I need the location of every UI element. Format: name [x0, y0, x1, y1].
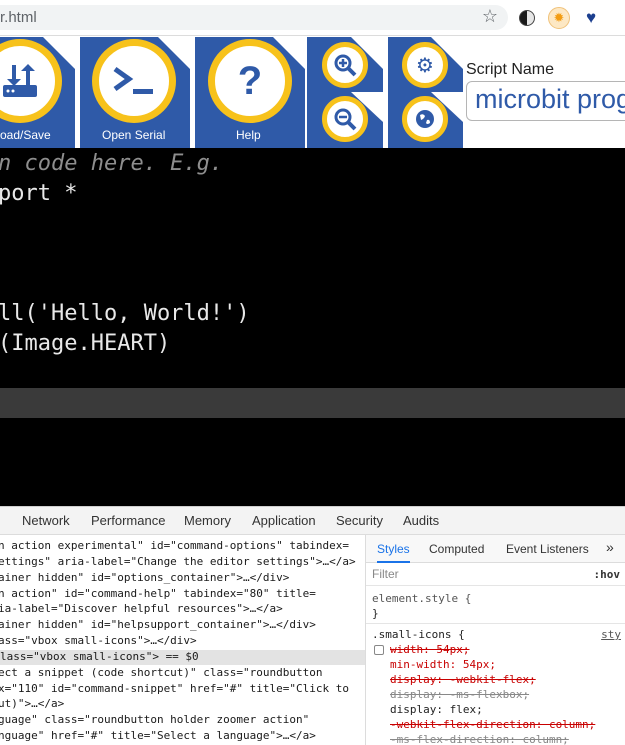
sun-icon[interactable]: ✹ [548, 7, 570, 29]
star-icon[interactable]: ☆ [482, 6, 498, 27]
devtools-tabbar: Network Performance Memory Application S… [0, 507, 625, 535]
dom-node[interactable]: ect a snippet (code shortcut)" class="ro… [0, 666, 323, 681]
help-button[interactable]: ? [208, 39, 292, 123]
address-bar[interactable]: r.html ☆ [0, 5, 508, 30]
zoom-out-button[interactable] [322, 96, 368, 142]
script-name-input[interactable]: microbit prog [466, 81, 625, 121]
declaration[interactable]: display: -webkit-flex; [390, 673, 536, 686]
hov-toggle[interactable]: :hov [594, 568, 621, 581]
open-serial-label: Open Serial [102, 128, 166, 142]
styles-filter-input[interactable]: Filter [372, 567, 582, 581]
dom-node[interactable]: ia-label="Discover helpful resources">…<… [0, 602, 283, 617]
rule-selector[interactable]: .small-icons { [372, 628, 465, 641]
dom-node[interactable]: n action experimental" id="command-optio… [0, 539, 349, 554]
contrast-icon[interactable] [516, 7, 538, 29]
help-icon: ? [237, 58, 263, 103]
code-line-comment: n code here. E.g. [0, 151, 224, 176]
styles-pane: Styles Computed Event Listeners » Filter… [365, 535, 625, 745]
elements-tree[interactable]: n action experimental" id="command-optio… [0, 535, 365, 745]
declaration-checkbox[interactable] [374, 645, 384, 655]
dom-node[interactable]: ut)">…</a> [0, 697, 64, 712]
zoom-in-button[interactable] [322, 42, 368, 88]
tab-memory[interactable]: Memory [184, 513, 231, 528]
download-upload-icon [3, 64, 37, 97]
styles-filter-row: Filter :hov [366, 564, 625, 586]
dom-node[interactable]: n action" id="command-help" tabindex="80… [0, 587, 316, 602]
terminal-icon [113, 66, 153, 94]
declaration[interactable]: display: flex; [390, 703, 483, 716]
code-editor[interactable]: n code here. E.g. port * ll('Hello, Worl… [0, 148, 625, 506]
declaration[interactable]: min-width: 54px; [390, 658, 496, 671]
tab-computed[interactable]: Computed [429, 542, 484, 556]
declaration[interactable]: -webkit-flex-direction: column; [390, 718, 595, 731]
styles-tabbar: Styles Computed Event Listeners » [366, 535, 625, 563]
editor-toolbar: oad/Save Open Serial ? Help ⚙ Script Nam… [0, 37, 625, 148]
code-line-scroll: ll('Hello, World!') [0, 301, 250, 326]
declaration[interactable]: display: -ms-flexbox; [390, 688, 529, 701]
tab-styles[interactable]: Styles [377, 542, 410, 563]
tab-security[interactable]: Security [336, 513, 383, 528]
tab-audits[interactable]: Audits [403, 513, 439, 528]
tab-event-listeners[interactable]: Event Listeners [506, 542, 589, 556]
dom-node[interactable]: ainer hidden" id="options_container">…</… [0, 571, 289, 586]
rule-source-link[interactable]: sty [601, 628, 621, 641]
gears-icon: ⚙ [416, 54, 434, 77]
heart-icon[interactable]: ♥ [580, 7, 602, 29]
load-save-label: oad/Save [0, 128, 51, 142]
language-button[interactable] [402, 96, 448, 142]
dom-node[interactable]: ainer hidden" id="helpsupport_container"… [0, 618, 316, 633]
dom-node[interactable]: nguage" href="#" title="Select a languag… [0, 729, 316, 744]
dom-node[interactable]: guage" class="roundbutton holder zoomer … [0, 713, 309, 728]
zoom-out-icon [334, 108, 357, 131]
declaration[interactable]: width: 54px; [390, 643, 469, 656]
dom-node[interactable]: ettings" aria-label="Change the editor s… [0, 555, 356, 570]
help-label: Help [236, 128, 261, 142]
code-line-show: (Image.HEART) [0, 331, 171, 356]
devtools-panel: Network Performance Memory Application S… [0, 506, 625, 745]
code-line-scroll-text: ll('Hello, World!') [0, 301, 250, 326]
element-style-close: } [372, 607, 379, 620]
chevron-double-right-icon[interactable]: » [606, 539, 614, 555]
dom-node-selected[interactable]: lass="vbox small-icons"> == $0 [0, 650, 365, 665]
tab-network[interactable]: Network [22, 513, 70, 528]
declaration[interactable]: -ms-flex-direction: column; [390, 733, 569, 745]
repl-divider[interactable] [0, 388, 625, 418]
element-style-rule[interactable]: element.style { [372, 592, 471, 605]
url-text[interactable]: r.html [0, 9, 37, 26]
script-name-label: Script Name [466, 61, 555, 78]
dom-node[interactable]: ass="vbox small-icons">…</div> [0, 634, 197, 649]
settings-button[interactable]: ⚙ [402, 42, 448, 88]
browser-chrome: r.html ☆ ✹ ♥ [0, 0, 625, 36]
tab-performance[interactable]: Performance [91, 513, 165, 528]
zoom-in-icon [334, 54, 357, 77]
open-serial-button[interactable] [92, 39, 176, 123]
globe-icon [416, 110, 434, 128]
dom-node[interactable]: x="110" id="command-snippet" href="#" ti… [0, 682, 349, 697]
code-line-import: port * [0, 181, 78, 206]
tab-application[interactable]: Application [252, 513, 316, 528]
